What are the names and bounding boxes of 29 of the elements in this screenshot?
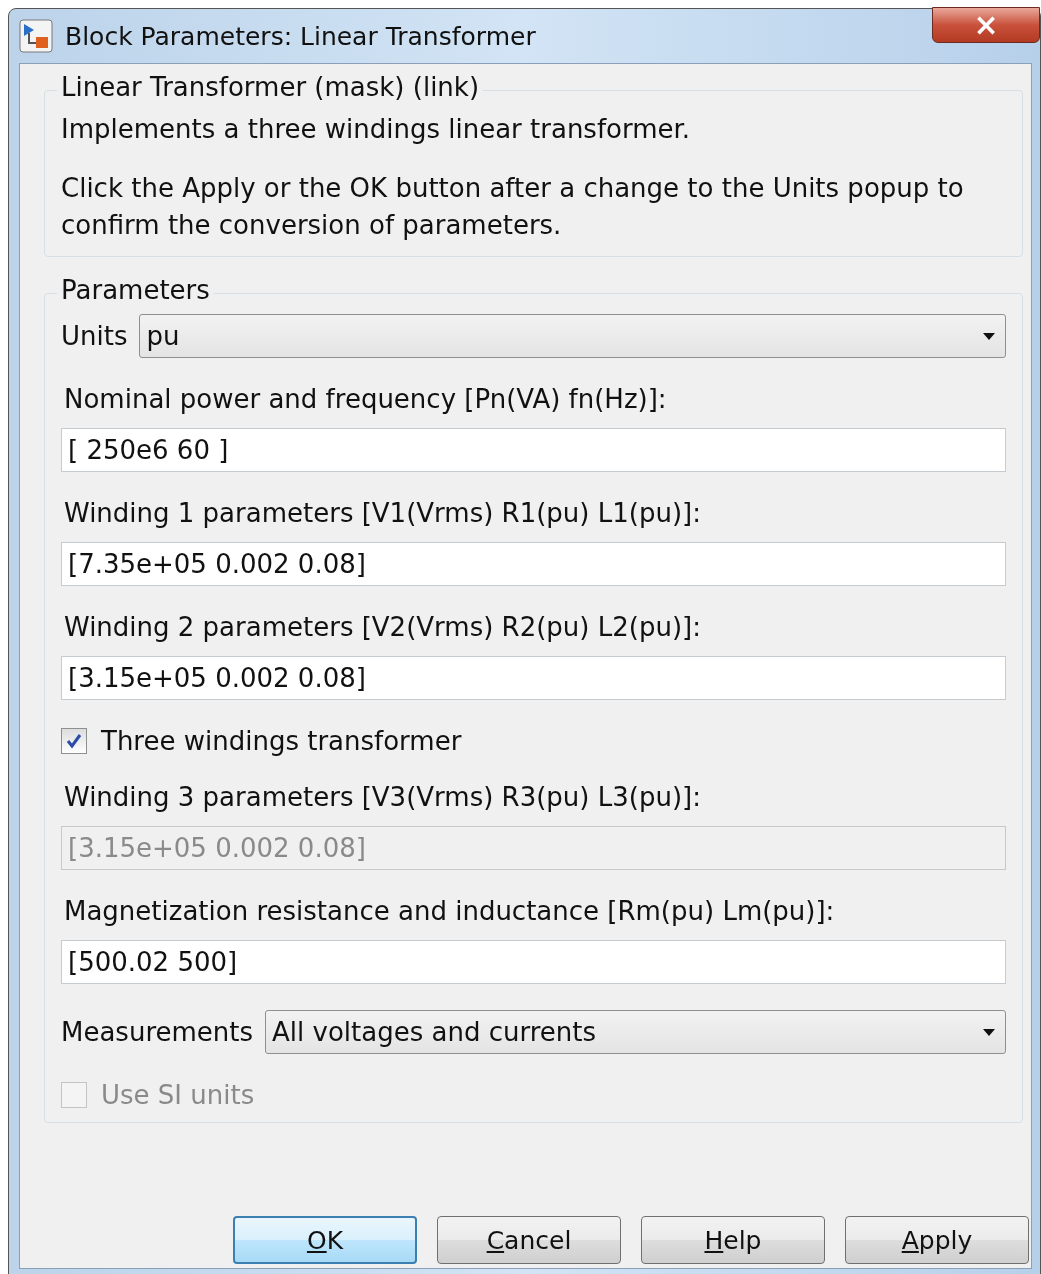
input-field[interactable]: [500.02 500] (61, 940, 1006, 984)
dialog-button[interactable]: Help (641, 1216, 825, 1264)
dropdown[interactable]: All voltages and currents (265, 1010, 1006, 1054)
dialog-button[interactable]: Cancel (437, 1216, 621, 1264)
field-label: Magnetization resistance and inductance [Rm(pu) Lm(pu)]: (64, 896, 836, 926)
checkbox[interactable] (61, 728, 87, 754)
dropdown[interactable]: pu (139, 314, 1006, 358)
close-button[interactable]: × (932, 7, 1040, 43)
input-field[interactable]: [ 250e6 60 ] (61, 428, 1006, 472)
description-text: Implements a three windings linear transformer. (61, 113, 692, 146)
dialog-button[interactable]: Apply (845, 1216, 1029, 1264)
window-title: Block Parameters: Linear Transformer (65, 21, 536, 51)
checkbox-label: Use SI units (101, 1080, 255, 1110)
description-text: Click the Apply or the OK button after a change to the Units popup to confirm the conversion of parameters. (61, 172, 965, 242)
field-label: Winding 1 parameters [V1(Vrms) R1(pu) L1(pu)]: (64, 498, 702, 528)
caret-icon (983, 1028, 995, 1036)
caret-icon (983, 332, 995, 340)
dialog-button[interactable]: OK (233, 1216, 417, 1264)
app-icon (19, 19, 53, 53)
check-icon (65, 732, 83, 750)
input-field[interactable]: [7.35e+05 0.002 0.08] (61, 542, 1006, 586)
field-label: Measurements (61, 1017, 254, 1047)
input-field[interactable]: [3.15e+05 0.002 0.08] (61, 656, 1006, 700)
input-field: [3.15e+05 0.002 0.08] (61, 826, 1006, 870)
field-label: Nominal power and frequency [Pn(VA) fn(Hz)]: (64, 384, 668, 414)
field-label: Winding 2 parameters [V2(Vrms) R2(pu) L2(pu)]: (64, 612, 702, 642)
field-label: Units (61, 321, 128, 351)
checkbox-label: Three windings transformer (101, 726, 462, 756)
field-label: Winding 3 parameters [V3(Vrms) R3(pu) L3(pu)]: (64, 782, 702, 812)
